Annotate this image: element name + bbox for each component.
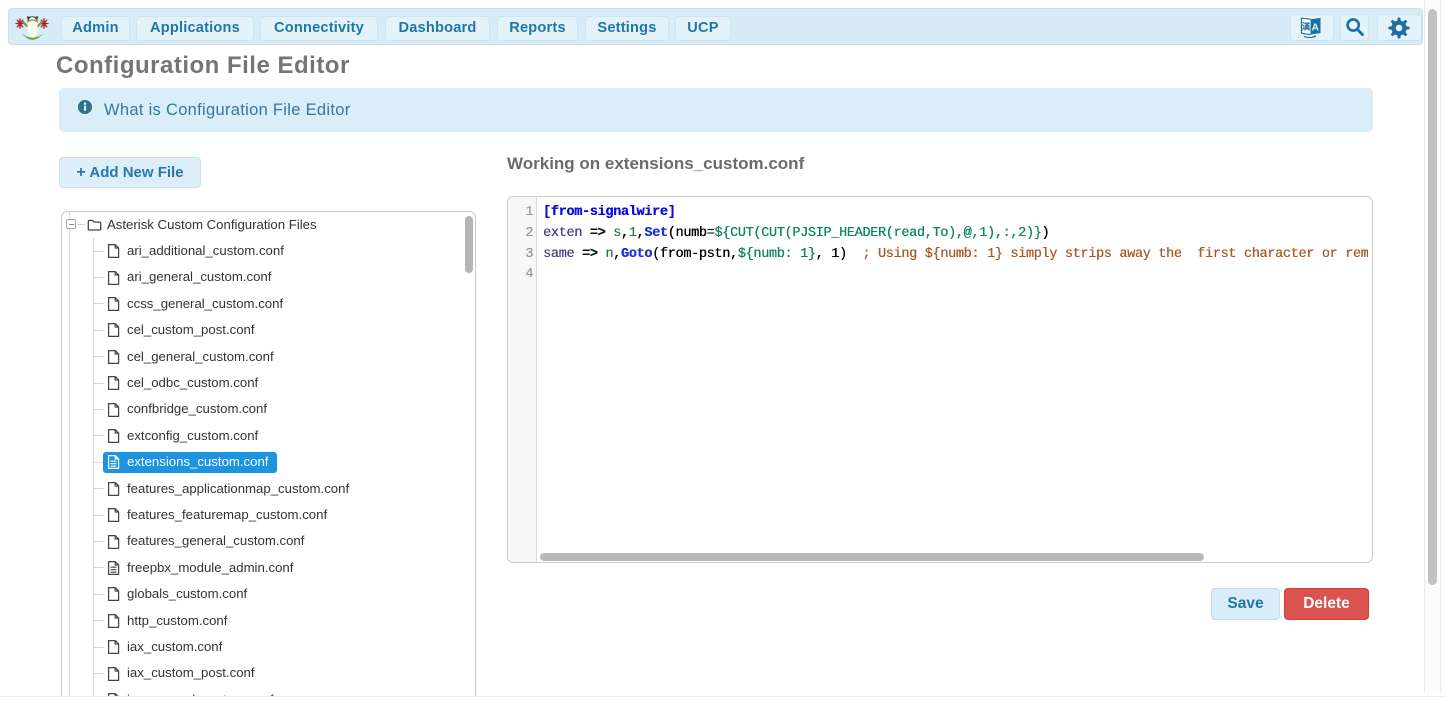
svg-text:漢: 漢 <box>1302 22 1311 32</box>
svg-text:A: A <box>1312 22 1319 33</box>
